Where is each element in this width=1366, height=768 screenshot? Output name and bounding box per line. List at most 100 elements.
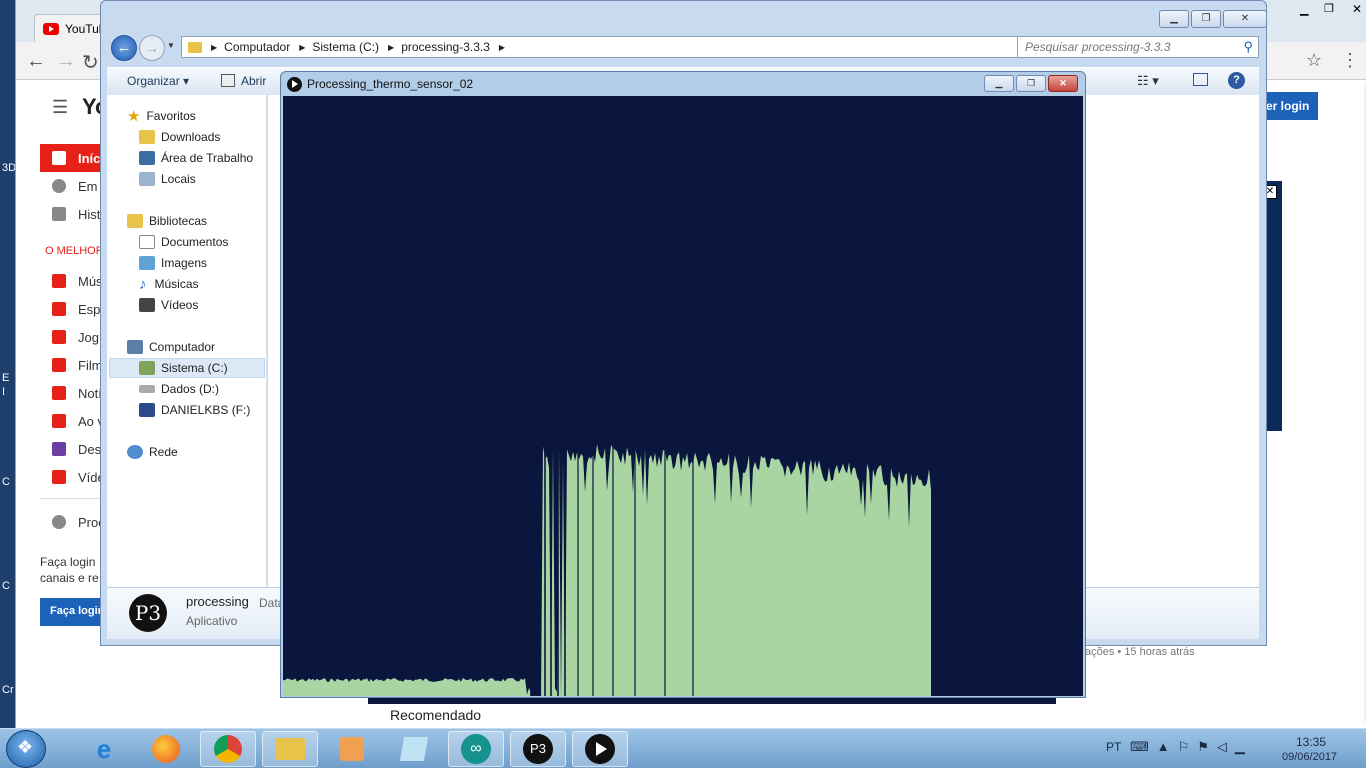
help-icon[interactable]: ? [1228, 72, 1245, 89]
internet-explorer-icon[interactable]: e [76, 731, 132, 767]
notes-icon[interactable] [386, 731, 442, 767]
breadcrumb-processing[interactable]: processing-3.3.3 [401, 40, 490, 54]
maximize-button[interactable]: ❐ [1191, 10, 1221, 28]
star-icon: ★ [127, 108, 141, 125]
back-icon[interactable]: ← [26, 50, 46, 73]
flame-icon [52, 179, 66, 193]
usb-drive-icon [139, 403, 155, 417]
nav-music[interactable]: ♪ Músicas [139, 274, 199, 294]
minimize-icon[interactable]: ▁ [1300, 3, 1308, 16]
nav-documents[interactable]: Documentos [139, 232, 228, 252]
hourglass-icon [52, 207, 66, 221]
chrome-icon[interactable] [200, 731, 256, 767]
sidebar-item-label: Film [78, 357, 103, 373]
forward-icon[interactable]: → [56, 50, 76, 73]
view-options-icon[interactable]: ☷ ▾ [1137, 73, 1159, 89]
breadcrumb-system-c[interactable]: Sistema (C:) [312, 40, 379, 54]
search-icon[interactable]: ⚲ [1243, 39, 1253, 55]
nav-images[interactable]: Imagens [139, 253, 207, 273]
forward-button[interactable]: → [139, 35, 165, 61]
breadcrumb-separator-icon[interactable]: ▶ [211, 43, 217, 52]
firefox-icon[interactable] [138, 731, 194, 767]
preview-pane-icon[interactable] [1193, 73, 1208, 86]
nav-computer[interactable]: Computador [127, 337, 215, 357]
music-note-icon: ♪ [139, 275, 147, 293]
minimize-button[interactable]: ▁ [1159, 10, 1189, 28]
nav-label: Imagens [161, 256, 208, 270]
desktop-edge: 3D E I C C Cr [0, 0, 16, 728]
live-icon [52, 414, 66, 428]
sketch-window-controls: ▁ ❐ ✕ [984, 75, 1078, 92]
hamburger-icon[interactable]: ☰ [52, 97, 68, 118]
address-bar[interactable]: ▶ Computador ▶ Sistema (C:) ▶ processing… [181, 36, 1081, 58]
history-dropdown-icon[interactable]: ▼ [167, 41, 175, 50]
close-button[interactable]: ✕ [1223, 10, 1267, 28]
nav-label: Músicas [154, 277, 199, 291]
clock-time[interactable]: 13:35 [1296, 735, 1326, 749]
desktop-text: I [2, 386, 6, 398]
nav-label: Downloads [161, 130, 221, 144]
maximize-button[interactable]: ❐ [1016, 75, 1046, 92]
arduino-icon[interactable]: ∞ [448, 731, 504, 767]
search-input[interactable]: Pesquisar processing-3.3.3 ⚲ [1017, 36, 1259, 58]
open-icon [221, 74, 235, 87]
nav-system-c[interactable]: Sistema (C:) [109, 358, 265, 378]
network-icon [127, 445, 143, 459]
processing-sketch-icon[interactable] [572, 731, 628, 767]
best-of-heading: O MELHOR [45, 245, 104, 257]
explorer-window-controls: ▁ ❐ ✕ [1159, 10, 1267, 28]
film-icon [52, 358, 66, 372]
images-icon [139, 256, 155, 270]
desktop-text: C [2, 580, 10, 592]
plus-circle-icon [52, 515, 66, 529]
sketch-canvas[interactable] [283, 96, 1083, 696]
nav-network[interactable]: Rede [127, 442, 178, 462]
explorer-icon[interactable] [262, 731, 318, 767]
breadcrumb-separator-icon[interactable]: ▶ [499, 43, 505, 52]
organize-button[interactable]: Organizar ▾ [127, 74, 189, 88]
sidebar-item-label: Hist [78, 206, 101, 222]
library-icon [127, 214, 143, 228]
breadcrumb-separator-icon[interactable]: ▶ [388, 43, 394, 52]
nav-label: Bibliotecas [149, 214, 208, 228]
close-icon[interactable]: ✕ [1352, 2, 1362, 16]
nav-places[interactable]: Locais [139, 169, 196, 189]
start-button[interactable] [6, 730, 46, 768]
graph-fill-area [283, 444, 931, 696]
nav-label: Vídeos [161, 298, 199, 312]
breadcrumb-computer[interactable]: Computador [224, 40, 290, 54]
nav-libraries[interactable]: Bibliotecas [127, 211, 207, 231]
processing-icon[interactable]: P3 [510, 731, 566, 767]
nav-videos[interactable]: Vídeos [139, 295, 198, 315]
bookmark-star-icon[interactable]: ☆ [1306, 50, 1322, 71]
documents-icon [139, 235, 155, 249]
sketch-window-title: Processing_thermo_sensor_02 [307, 77, 474, 91]
close-button[interactable]: ✕ [1048, 75, 1078, 92]
home-icon [52, 151, 66, 165]
nav-data-d[interactable]: Dados (D:) [139, 379, 219, 399]
reload-icon[interactable]: ↻ [82, 50, 99, 75]
minimize-button[interactable]: ▁ [984, 75, 1014, 92]
recommended-heading: Recomendado [390, 707, 482, 723]
nav-usb-f[interactable]: DANIELKBS (F:) [139, 400, 250, 420]
open-button[interactable]: Abrir [241, 74, 266, 88]
desktop-text: E [2, 372, 10, 384]
nav-downloads[interactable]: Downloads [139, 127, 220, 147]
nav-desktop[interactable]: Área de Trabalho [139, 148, 253, 168]
film-strip-icon [139, 298, 155, 312]
nav-favorites[interactable]: ★ Favoritos [127, 106, 196, 126]
media-player-icon[interactable] [324, 731, 380, 767]
details-file-name: processing [186, 594, 249, 609]
input-language[interactable]: PT [1106, 740, 1121, 754]
sidebar-item-label: Notí [78, 385, 102, 401]
sidebar-item-label: Em [78, 178, 98, 194]
ad-panel[interactable] [1265, 181, 1282, 431]
breadcrumb-separator-icon[interactable]: ▶ [299, 43, 305, 52]
clock-date[interactable]: 09/06/2017 [1282, 751, 1337, 763]
nav-label: Locais [161, 172, 196, 186]
navigation-pane: ★ Favoritos Downloads Área de Trabalho Lo… [107, 95, 267, 587]
maximize-icon[interactable]: ❐ [1324, 2, 1334, 15]
back-button[interactable]: ← [111, 35, 137, 61]
menu-icon[interactable]: ⋮ [1341, 50, 1359, 71]
system-tray-icons[interactable]: ⌨▲⚐⚑◁▁ [1130, 739, 1253, 755]
